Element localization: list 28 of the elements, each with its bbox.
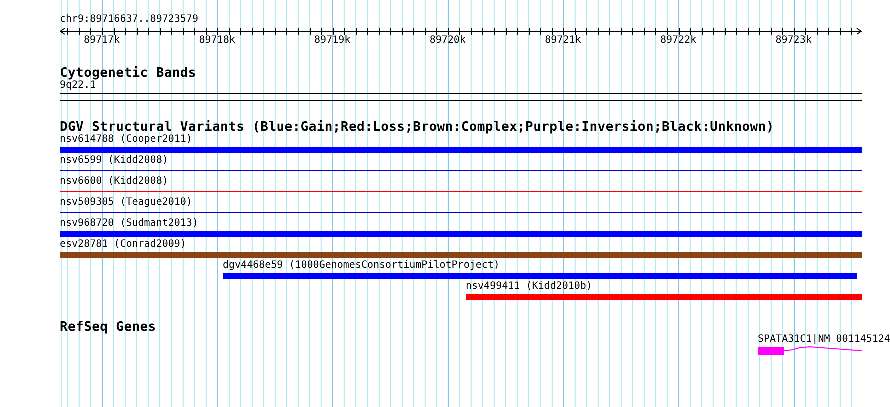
variant-bar[interactable] xyxy=(223,273,857,279)
tick-label: 89722k xyxy=(660,35,697,47)
region-label: chr9:89716637..89723579 xyxy=(60,14,200,26)
tick-label: 89721k xyxy=(545,35,582,47)
variant-bar[interactable] xyxy=(466,294,862,300)
variant-label: nsv499411 (Kidd2010b) xyxy=(466,281,592,293)
band-label: 9q22.1 xyxy=(60,80,98,92)
tick-label: 89720k xyxy=(430,35,466,47)
tick-label: 89719k xyxy=(314,35,351,47)
tick-label: 89717k xyxy=(84,35,120,47)
cytoband-bar[interactable] xyxy=(60,93,862,101)
variant-bar[interactable] xyxy=(60,252,862,258)
variant-label: nsv509305 (Teague2010) xyxy=(60,197,192,209)
track-title: RefSeq Genes xyxy=(60,321,158,334)
track-title: DGV Structural Variants (Blue:Gain;Red:Loss;Brown:Complex;Purple:Inversion;Black:Unknown) xyxy=(60,121,776,134)
variant-label: nsv6600 (Kidd2008) xyxy=(60,176,168,188)
variant-label: nsv968720 (Sudmant2013) xyxy=(60,218,198,230)
track-title: Cytogenetic Bands xyxy=(60,67,198,80)
variant-label: dgv4468e59 (1000GenomesConsortiumPilotProject) xyxy=(223,260,500,272)
variant-label: nsv614788 (Cooper2011) xyxy=(60,134,192,146)
gene-label: SPATA31C1|NM_001145124 xyxy=(758,334,890,346)
tick-label: 89718k xyxy=(199,35,236,47)
variant-bar[interactable] xyxy=(60,147,862,153)
variant-label: esv28781 (Conrad2009) xyxy=(60,239,186,251)
variant-bar[interactable] xyxy=(60,231,862,237)
variant-label: nsv6599 (Kidd2008) xyxy=(60,155,168,167)
gene-model-drawing[interactable] xyxy=(758,346,862,356)
tick-label: 89723k xyxy=(776,35,812,47)
